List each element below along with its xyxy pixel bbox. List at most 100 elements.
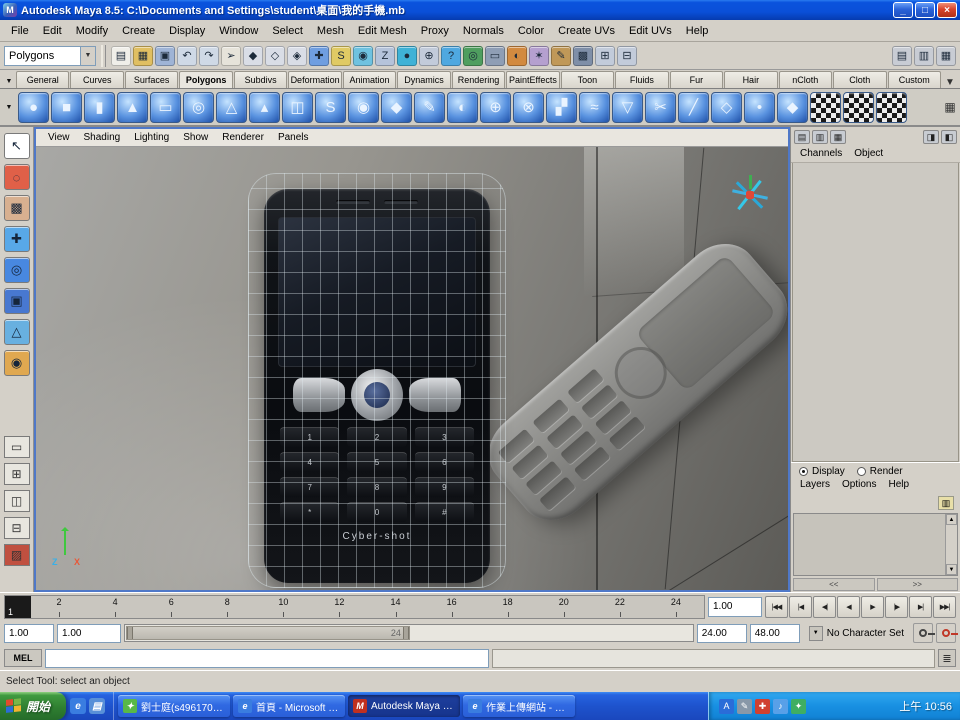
frame-tick[interactable]: 10 [255,596,311,618]
panel-menu-item[interactable]: Show [177,130,214,145]
snap-point-icon[interactable]: ◉ [353,46,373,66]
character-set-selector[interactable]: ▼ No Character Set [803,624,910,643]
render-settings-icon[interactable]: ✶ [529,46,549,66]
snap-grid-icon[interactable]: ✚ [309,46,329,66]
make-live-icon[interactable]: ● [397,46,417,66]
split-polygon-icon[interactable]: ╱ [678,92,709,123]
redo-icon[interactable]: ↷ [199,46,219,66]
field-entry-icon[interactable]: ⊟ [617,46,637,66]
ipr-render-icon[interactable]: ◐ [507,46,527,66]
poly-platonic-icon[interactable]: ◆ [381,92,412,123]
auto-keyframe-button[interactable] [936,623,956,643]
show-desktop-icon[interactable]: ▤ [89,698,105,714]
menu-item[interactable]: Color [511,22,551,40]
shelf-tab[interactable]: Dynamics [397,71,450,88]
titlebar[interactable]: M Autodesk Maya 8.5: C:\Documents and Se… [0,0,960,20]
collapse-left-button[interactable]: << [793,578,875,591]
animation-start-field[interactable]: 1.00 [4,624,54,643]
panel-menu-item[interactable]: Lighting [128,130,175,145]
menu-item[interactable]: Help [679,22,716,40]
view-compass[interactable] [730,175,770,215]
ime-indicator-icon[interactable]: A [719,699,734,714]
poly-helix-icon[interactable]: S [315,92,346,123]
poly-cylinder-icon[interactable]: ▮ [84,92,115,123]
menu-item[interactable]: Normals [456,22,511,40]
mel-label[interactable]: MEL [4,649,42,667]
smooth-icon[interactable]: ≈ [579,92,610,123]
menu-item[interactable]: Window [212,22,265,40]
playback-end-field[interactable]: 24.00 [697,624,747,643]
poly-cone-icon[interactable]: ▲ [117,92,148,123]
menu-item[interactable]: File [4,22,36,40]
snap-plane-icon[interactable]: Z [375,46,395,66]
taskbar-task-msn[interactable]: ✦ 劉士庭(s49617001) - ... [118,695,230,717]
combine-icon[interactable]: ⊕ [480,92,511,123]
go-to-start-button[interactable]: |◀◀ [765,596,788,618]
shelf-tab[interactable]: Custom [888,71,941,88]
shelf-tab[interactable]: Cloth [833,71,886,88]
shelf-tab[interactable]: Animation [343,71,396,88]
maximize-button[interactable]: □ [915,2,935,18]
frame-tick[interactable]: 22 [592,596,648,618]
channel-slider-speed-slow-icon[interactable]: ▤ [794,130,810,144]
shelf-tab[interactable]: Polygons [179,71,232,88]
animation-end-field[interactable]: 48.00 [750,624,800,643]
open-scene-icon[interactable]: ▦ [133,46,153,66]
four-pane-layout-icon[interactable]: ⊞ [4,463,30,485]
poly-plane-icon[interactable]: ▭ [150,92,181,123]
time-ruler[interactable]: 1 24681012141618202224 [4,595,705,619]
current-time-field[interactable]: 1.00 [708,597,762,617]
select-component-icon[interactable]: ◇ [265,46,285,66]
menu-item[interactable]: Proxy [414,22,456,40]
select-tool-icon[interactable]: ↖ [4,133,30,159]
messenger-icon[interactable]: ✦ [791,699,806,714]
shelf-tab[interactable]: Deformation [288,71,341,88]
menu-set-selector[interactable]: Polygons ▼ [4,46,96,66]
render-view-icon[interactable]: ◎ [463,46,483,66]
sculpt-geometry-icon[interactable]: ✎ [414,92,445,123]
reduce-icon[interactable]: ▽ [612,92,643,123]
step-back-key-button[interactable]: ◀| [813,596,836,618]
scale-tool-icon[interactable]: ▣ [4,288,30,314]
shelf-menu-arrow-icon[interactable]: ▼ [2,74,16,88]
frame-tick[interactable]: 6 [143,596,199,618]
taskbar-task-ie-home[interactable]: e 首頁 - Microsoft Inter... [233,695,345,717]
display-radio[interactable]: Display [799,466,845,477]
checker-map-icon-1[interactable] [810,92,841,123]
panel-menu-item[interactable]: Shading [78,130,127,145]
script-editor-icon[interactable]: ≣ [938,649,956,667]
lasso-select-tool-icon[interactable]: ◌ [4,164,30,190]
shelf-tab[interactable]: Toon [561,71,614,88]
hypershade-icon[interactable]: ▩ [573,46,593,66]
frame-tick[interactable]: 24 [648,596,704,618]
move-tool-icon[interactable]: ✚ [4,226,30,252]
set-key-button[interactable] [913,623,933,643]
ie-quicklaunch-icon[interactable]: e [70,698,86,714]
frame-tick[interactable]: 2 [31,596,87,618]
layer-editor-menu-item[interactable]: Layers [795,479,835,494]
toggle-tool-settings-icon[interactable]: ▥ [914,46,934,66]
shelf-tab[interactable]: General [16,71,69,88]
channel-box-menu-item[interactable]: Channels [795,147,847,162]
split-pane-layout-icon[interactable]: ◫ [4,490,30,512]
outliner-pane-layout-icon[interactable]: ⊟ [4,517,30,539]
layer-list[interactable]: ▲ ▼ [793,513,958,576]
separate-icon[interactable]: ⊗ [513,92,544,123]
poly-pyramid-icon[interactable]: ▴ [249,92,280,123]
shelf-tab[interactable]: Curves [70,71,123,88]
menu-item[interactable]: Display [162,22,212,40]
taskbar-task-upload[interactable]: e 作業上傳網站 - 圖片... [463,695,575,717]
layer-editor-menu-item[interactable]: Options [837,479,881,494]
range-bar[interactable]: 24 [126,626,410,640]
render-frame-icon[interactable]: ▭ [485,46,505,66]
frame-tick[interactable]: 20 [536,596,592,618]
single-pane-layout-icon[interactable]: ▭ [4,436,30,458]
shelf-tab[interactable]: Surfaces [125,71,178,88]
shelf-tab[interactable]: Subdivs [234,71,287,88]
perspective-viewport[interactable]: ViewShadingLightingShowRendererPanels [34,127,790,592]
frame-tick[interactable]: 4 [87,596,143,618]
select-mask-icon[interactable]: ◈ [287,46,307,66]
channel-box-menu-item[interactable]: Object [849,147,888,162]
poly-torus-icon[interactable]: ◎ [183,92,214,123]
panel-menu-item[interactable]: Panels [272,130,315,145]
